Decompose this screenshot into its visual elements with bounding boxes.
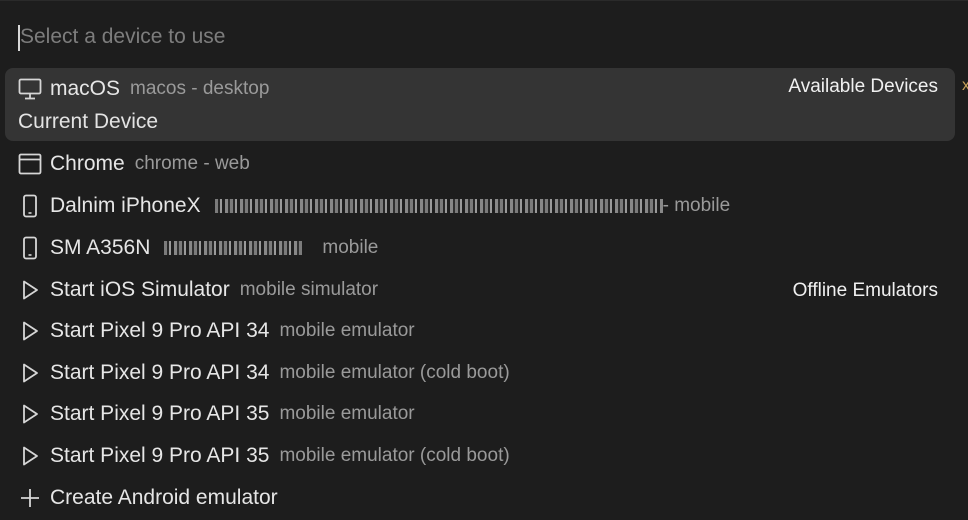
device-description: mobile emulator (cold boot) — [279, 362, 510, 383]
device-label: Start iOS Simulator — [50, 278, 230, 301]
device-label: Create Android emulator — [50, 486, 278, 509]
redacted-device-id — [214, 199, 663, 213]
search-input[interactable] — [18, 13, 961, 61]
device-label: Start Pixel 9 Pro API 34 — [50, 361, 270, 384]
phone-icon — [18, 236, 42, 260]
device-item-pixel-api35[interactable]: Start Pixel 9 Pro API 35 mobile emulator — [5, 394, 955, 434]
text-caret — [18, 25, 20, 51]
device-item-pixel-api34[interactable]: Start Pixel 9 Pro API 34 mobile emulator — [5, 311, 955, 351]
device-item-chrome[interactable]: Chrome chrome - web — [5, 144, 955, 184]
group-label-offline: Offline Emulators — [792, 280, 938, 301]
device-picker: macOS macos - desktop Current Device Ava… — [0, 0, 968, 520]
device-label: Dalnim iPhoneX — [50, 194, 201, 217]
current-device-note: Current Device — [18, 110, 159, 133]
redacted-device-id — [164, 241, 303, 255]
device-label: Start Pixel 9 Pro API 34 — [50, 319, 270, 342]
device-label: macOS — [50, 77, 121, 100]
device-label: Start Pixel 9 Pro API 35 — [50, 444, 270, 467]
browser-window-icon — [18, 152, 42, 176]
device-description: mobile emulator — [279, 403, 415, 424]
device-description: mobile simulator — [239, 279, 379, 300]
device-label: Chrome — [50, 152, 125, 175]
edge-mark: x — [962, 77, 968, 94]
play-icon — [18, 402, 42, 426]
device-description: mobile emulator (cold boot) — [279, 445, 510, 466]
device-description: macos - desktop — [130, 78, 270, 99]
play-icon — [18, 361, 42, 385]
device-item-sm-a356n[interactable]: SM A356N mobile — [5, 228, 955, 268]
play-icon — [18, 319, 42, 343]
play-icon — [18, 444, 42, 468]
device-description: mobile — [322, 237, 379, 258]
device-item-pixel-api34-cold-boot[interactable]: Start Pixel 9 Pro API 34 mobile emulator… — [5, 353, 955, 393]
device-description: mobile emulator — [279, 320, 415, 341]
group-label-available: Available Devices — [788, 76, 938, 97]
device-description: chrome - web — [134, 153, 250, 174]
search-box[interactable] — [5, 13, 961, 61]
device-description: - mobile — [662, 195, 731, 216]
phone-icon — [18, 194, 42, 218]
device-label: Start Pixel 9 Pro API 35 — [50, 402, 270, 425]
monitor-icon — [18, 77, 42, 101]
create-android-emulator[interactable]: Create Android emulator — [5, 478, 955, 518]
device-item-iphone[interactable]: Dalnim iPhoneX - mobile — [5, 186, 955, 226]
plus-icon — [18, 486, 42, 510]
play-icon — [18, 278, 42, 302]
device-item-pixel-api35-cold-boot[interactable]: Start Pixel 9 Pro API 35 mobile emulator… — [5, 436, 955, 476]
device-label: SM A356N — [50, 236, 151, 259]
